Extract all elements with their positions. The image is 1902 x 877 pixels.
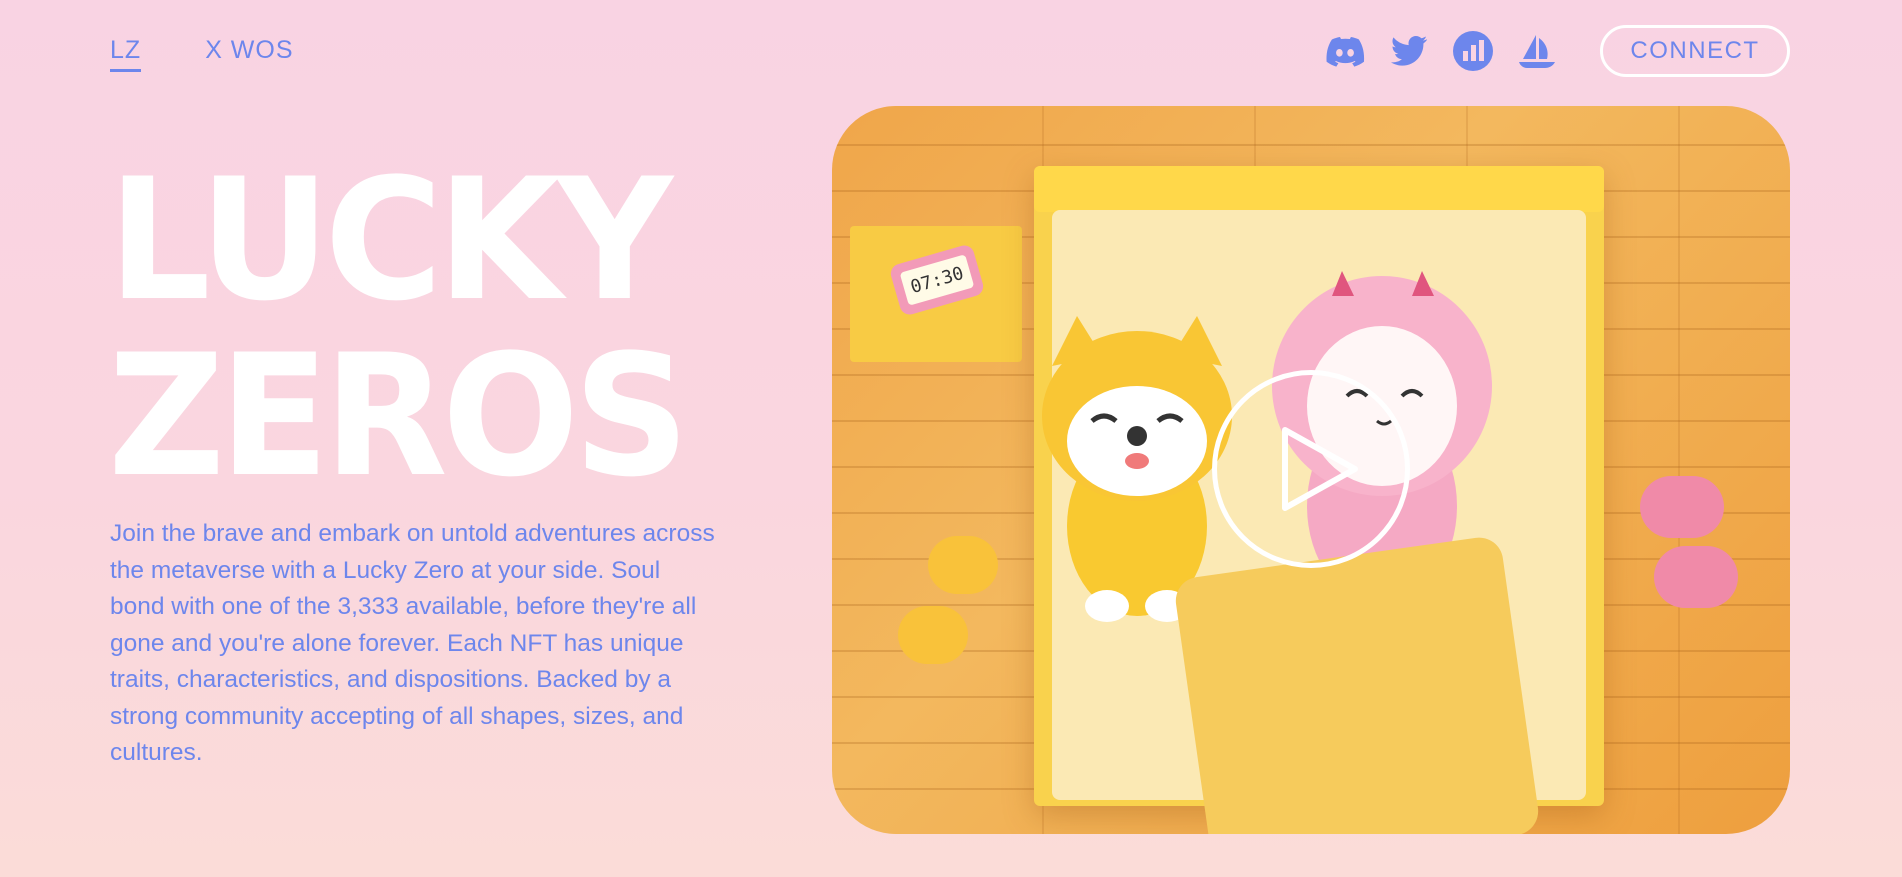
nav-link-x-wos[interactable]: X WOS — [205, 36, 293, 72]
play-button[interactable] — [1212, 370, 1410, 568]
coinmarket-chart-icon[interactable] — [1450, 28, 1496, 74]
bed-headboard — [1034, 166, 1604, 212]
main-nav: LZ X WOS — [110, 36, 294, 72]
play-icon — [1282, 427, 1358, 511]
hero-title-line-2: ZEROS — [108, 318, 690, 514]
blanket — [1172, 534, 1542, 834]
connect-button[interactable]: CONNECT — [1600, 25, 1790, 77]
header-actions: CONNECT — [1322, 25, 1790, 77]
hero-video[interactable]: 07:30 — [832, 106, 1790, 834]
slipper-pink — [1640, 476, 1724, 538]
hero-title-line-1: LUCKY — [108, 142, 673, 338]
hero-description: Join the brave and embark on untold adve… — [110, 520, 715, 766]
discord-icon[interactable] — [1322, 28, 1368, 74]
hero-title: LUCKY ZEROS — [108, 152, 732, 504]
slipper-yellow — [898, 606, 968, 664]
clock-display: 07:30 — [899, 254, 975, 306]
opensea-boat-icon[interactable] — [1514, 28, 1560, 74]
nav-link-lz[interactable]: LZ — [110, 36, 142, 72]
twitter-icon[interactable] — [1386, 28, 1432, 74]
slipper-pink — [1654, 546, 1738, 608]
slipper-yellow — [928, 536, 998, 594]
